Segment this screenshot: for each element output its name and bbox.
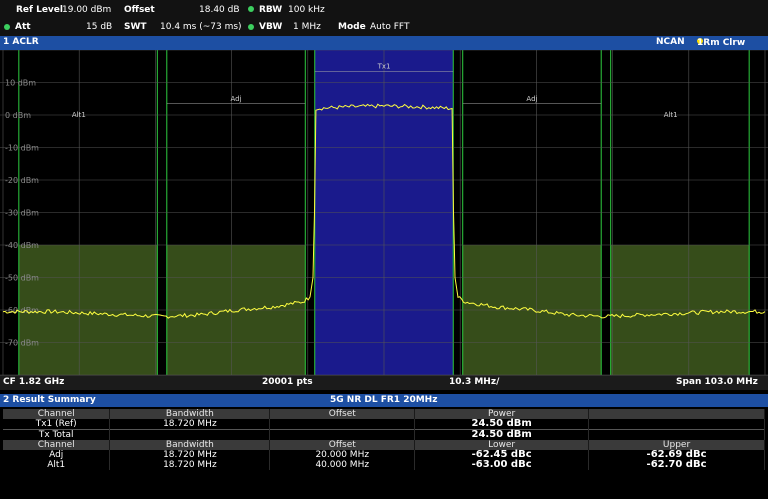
settings-header: Ref Level 19.00 dBm Offset 18.40 dB RBW … bbox=[0, 0, 768, 36]
channel-label: Tx1 bbox=[377, 62, 391, 70]
header-cell: Offset bbox=[269, 440, 416, 450]
header-cell bbox=[588, 409, 765, 419]
span-value[interactable]: Span 103.0 MHz bbox=[676, 377, 758, 387]
y-tick-label: 10 dBm bbox=[5, 79, 36, 88]
ref-level-label: Ref Level bbox=[16, 5, 63, 15]
table-cell: 18.720 MHz bbox=[109, 419, 271, 430]
table-cell bbox=[109, 429, 271, 440]
swt-label: SWT bbox=[124, 22, 147, 32]
table-cell: Alt1 bbox=[3, 460, 111, 470]
table-cell bbox=[588, 429, 765, 440]
ncan-indicator: NCAN bbox=[656, 37, 685, 47]
table-cell: Tx Total bbox=[3, 429, 111, 440]
aclr-window-title-bar[interactable]: 1 ACLR NCAN 1Rm Clrw bbox=[0, 36, 768, 50]
channel-label: Alt1 bbox=[664, 111, 678, 119]
table-cell: Adj bbox=[3, 450, 111, 460]
header-cell: Bandwidth bbox=[109, 409, 271, 419]
channel-label: Adj bbox=[526, 95, 537, 103]
sweep-points[interactable]: 20001 pts bbox=[262, 377, 313, 387]
table-row: Tx Total 24.50 dBm bbox=[3, 429, 765, 440]
vbw-value[interactable]: 1 MHz bbox=[293, 22, 321, 32]
mode-value[interactable]: Auto FFT bbox=[370, 22, 409, 32]
table-cell bbox=[588, 419, 765, 430]
aclr-spectrum-plot[interactable]: 10 dBm 0 dBm -10 dBm -20 dBm -30 dBm -40 dBm -… bbox=[0, 50, 768, 375]
table-cell: 24.50 dBm bbox=[414, 419, 590, 430]
table-cell: 18.720 MHz bbox=[109, 460, 271, 470]
table-cell: 40.000 MHz bbox=[269, 460, 416, 470]
header-cell: Offset bbox=[269, 409, 416, 419]
y-tick-label: 0 dBm bbox=[5, 111, 31, 120]
y-tick-label: -70 dBm bbox=[5, 339, 39, 348]
plot-footer: CF 1.82 GHz 20001 pts 10.3 MHz/ Span 103… bbox=[0, 375, 768, 390]
rbw-value[interactable]: 100 kHz bbox=[288, 5, 325, 15]
att-label: Att bbox=[15, 22, 31, 32]
y-tick-label: -60 dBm bbox=[5, 306, 39, 315]
swt-value[interactable]: 10.4 ms (~73 ms) bbox=[160, 22, 242, 32]
y-tick-label: -10 dBm bbox=[5, 144, 39, 153]
result-summary-title: 2 Result Summary bbox=[3, 395, 96, 405]
y-tick-label: -20 dBm bbox=[5, 176, 39, 185]
channel-label: Adj bbox=[231, 95, 242, 103]
div-per-division: 10.3 MHz/ bbox=[449, 377, 500, 387]
table-cell: -62.70 dBc bbox=[588, 460, 765, 470]
header-cell: Channel bbox=[3, 440, 111, 450]
table-cell: -63.00 dBc bbox=[414, 460, 590, 470]
table-cell bbox=[269, 419, 416, 430]
table-cell: Tx1 (Ref) bbox=[3, 419, 111, 430]
att-value[interactable]: 15 dB bbox=[86, 22, 112, 32]
y-tick-label: -30 dBm bbox=[5, 209, 39, 218]
offset-label: Offset bbox=[124, 5, 155, 15]
table-row: Tx1 (Ref) 18.720 MHz 24.50 dBm bbox=[3, 419, 765, 430]
offset-value[interactable]: 18.40 dB bbox=[199, 5, 240, 15]
header-cell: Channel bbox=[3, 409, 111, 419]
aclr-window-title: 1 ACLR bbox=[3, 37, 39, 47]
result-summary-table: Channel Bandwidth Offset Power Tx1 (Ref)… bbox=[3, 409, 765, 470]
result-summary-title-bar[interactable]: 2 Result Summary 5G NR DL FR1 20MHz bbox=[0, 394, 768, 407]
ref-level-value[interactable]: 19.00 dBm bbox=[62, 5, 111, 15]
table-row: Alt1 18.720 MHz 40.000 MHz -63.00 dBc -6… bbox=[3, 460, 765, 470]
mode-label: Mode bbox=[338, 22, 366, 32]
center-frequency[interactable]: CF 1.82 GHz bbox=[3, 377, 64, 387]
standard-name: 5G NR DL FR1 20MHz bbox=[330, 395, 438, 405]
y-tick-label: -40 dBm bbox=[5, 241, 39, 250]
header-cell: Bandwidth bbox=[109, 440, 271, 450]
table-cell: 18.720 MHz bbox=[109, 450, 271, 460]
channel-label: Alt1 bbox=[72, 111, 86, 119]
rbw-label: RBW bbox=[259, 5, 283, 15]
table-cell: 20.000 MHz bbox=[269, 450, 416, 460]
trace-label: 1Rm Clrw bbox=[697, 38, 746, 48]
table-cell: 24.50 dBm bbox=[414, 429, 590, 440]
table-cell bbox=[269, 429, 416, 440]
table-header-row: Channel Bandwidth Offset Power bbox=[3, 409, 765, 419]
y-tick-label: -50 dBm bbox=[5, 274, 39, 283]
spectrum-chart: 10 dBm 0 dBm -10 dBm -20 dBm -30 dBm -40 dBm -… bbox=[0, 50, 768, 375]
vbw-label: VBW bbox=[259, 22, 283, 32]
